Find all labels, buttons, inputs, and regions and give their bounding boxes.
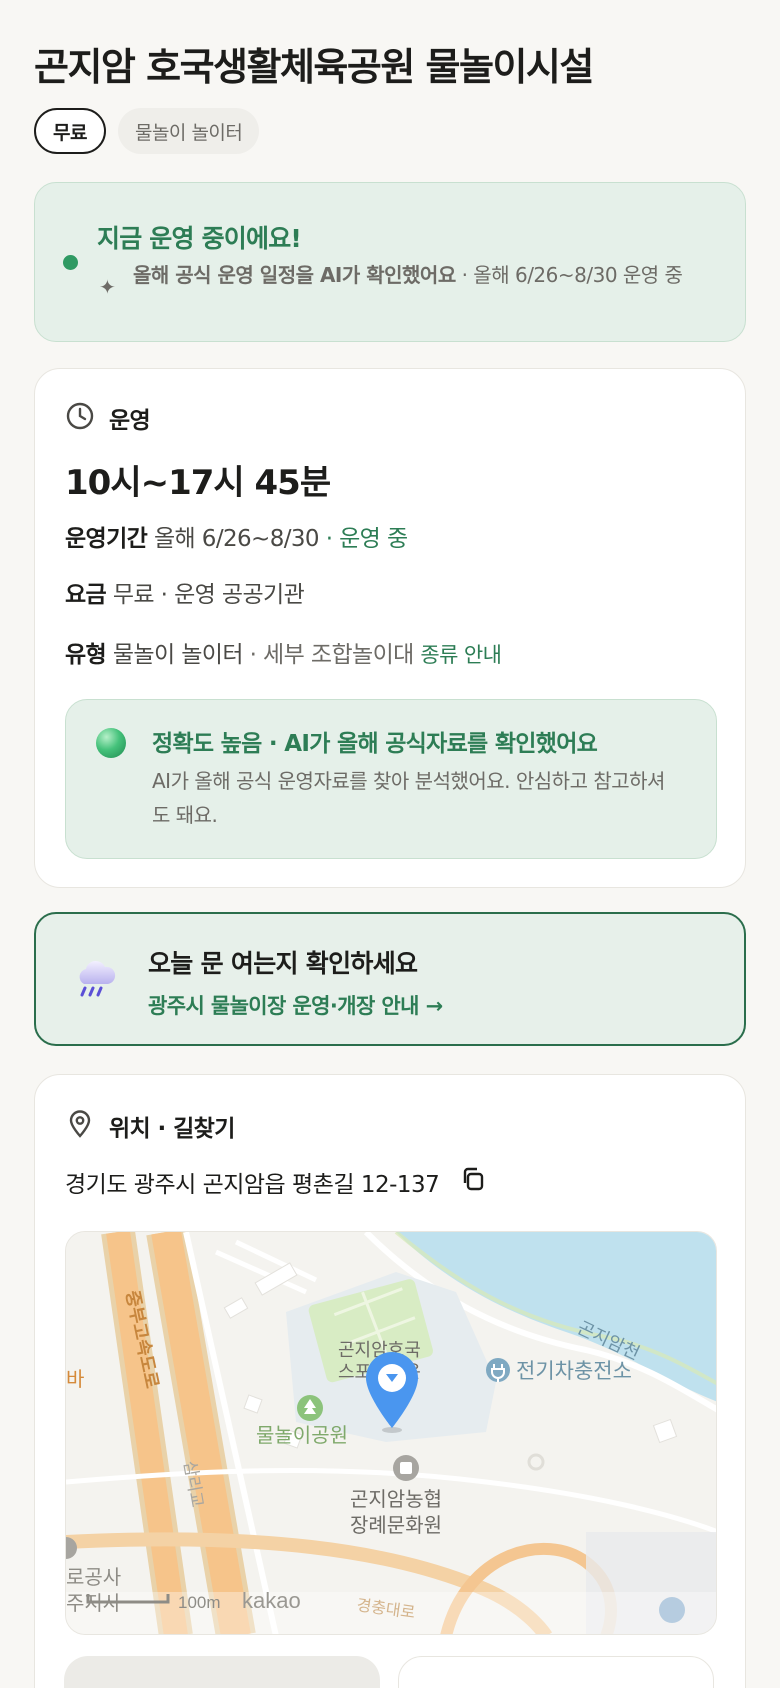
today-check-link[interactable]: 광주시 물놀이장 운영·개장 안내 →: [148, 990, 443, 1020]
ai-note: 올해 공식 운영 일정을 AI가 확인했어요: [133, 263, 456, 287]
clock-icon: [65, 401, 95, 435]
location-header: 위치 · 길찾기: [65, 1109, 235, 1143]
period-value: 올해 6/26~8/30: [153, 526, 320, 552]
type-value: 물놀이 놀이터: [112, 642, 244, 668]
page-title: 곤지암 호국생활체육공원 물놀이시설: [34, 45, 594, 89]
tag-chips: 무료 물놀이 놀이터: [34, 108, 260, 154]
map-label-park: 물놀이공원: [256, 1424, 348, 1447]
period-row: 운영기간 올해 6/26~8/30 · 운영 중: [65, 519, 408, 553]
map-label-left-edge: 바: [66, 1368, 84, 1391]
address-row: 경기도 광주시 곤지암읍 평촌길 12-137: [65, 1165, 487, 1199]
location-pin-icon: [65, 1109, 95, 1143]
chip-free[interactable]: 무료: [34, 108, 106, 154]
map-view[interactable]: 중부고속도로 삼리교 곤지암천 전기차충전소 곤지암호국 스포츠타운 물놀이공원…: [65, 1231, 717, 1635]
period-note: · 올해 6/26~8/30 운영 중: [455, 263, 683, 287]
status-dot: [63, 255, 78, 270]
map-label-ev: 전기차충전소: [516, 1360, 632, 1383]
status-banner: 지금 운영 중이에요! ✦ 올해 공식 운영 일정을 AI가 확인했어요 · 올…: [34, 182, 746, 342]
operation-label: 운영: [109, 408, 151, 434]
copy-icon[interactable]: [459, 1165, 487, 1199]
rain-cloud-icon: [74, 958, 118, 1006]
type-key: 유형: [65, 642, 107, 668]
sparkle-icon: ✦: [99, 275, 116, 299]
chip-type[interactable]: 물놀이 놀이터: [117, 108, 260, 154]
accuracy-indicator-icon: [96, 728, 126, 758]
operating-hours: 10시~17시 45분: [65, 463, 331, 503]
accuracy-description: AI가 올해 공식 운영자료를 찾아 분석했어요. 안심하고 참고하셔도 돼요.: [152, 769, 665, 827]
page: 곤지암 호국생활체육공원 물놀이시설 무료 물놀이 놀이터 지금 운영 중이에요…: [0, 0, 780, 1688]
map-label-corp1: 로공사: [66, 1566, 121, 1589]
location-label: 위치 · 길찾기: [109, 1116, 235, 1142]
type-guide-link[interactable]: 종류 안내: [420, 643, 502, 667]
accuracy-title: 정확도 높음 · AI가 올해 공식자료를 확인했어요: [152, 731, 598, 757]
period-status: · 운영 중: [318, 526, 408, 552]
period-key: 운영기간: [65, 526, 148, 552]
today-check-banner[interactable]: 오늘 문 여는지 확인하세요 광주시 물놀이장 운영·개장 안내 →: [34, 912, 746, 1046]
fee-row: 요금 무료 · 운영 공공기관: [65, 575, 305, 609]
operation-header: 운영: [65, 401, 151, 435]
address-text: 경기도 광주시 곤지암읍 평촌길 12-137: [65, 1172, 440, 1198]
status-headline: 지금 운영 중이에요!: [97, 224, 302, 253]
kakao-logo: kakao: [242, 1588, 301, 1613]
type-row: 유형 물놀이 놀이터 · 세부 조합놀이대 종류 안내: [65, 635, 502, 669]
fee-value: 무료 · 운영 공공기관: [112, 582, 305, 608]
fee-key: 요금: [65, 582, 107, 608]
bottom-action-left[interactable]: [64, 1656, 380, 1688]
accuracy-box: 정확도 높음 · AI가 올해 공식자료를 확인했어요 AI가 올해 공식 운영…: [65, 699, 717, 859]
bottom-action-right[interactable]: [398, 1656, 714, 1688]
type-detail: · 세부 조합놀이대: [242, 642, 415, 668]
location-card: 위치 · 길찾기 경기도 광주시 곤지암읍 평촌길 12-137 중부고속도로 …: [34, 1074, 746, 1688]
today-check-title: 오늘 문 여는지 확인하세요: [148, 949, 418, 978]
map-label-hall2: 장례문화원: [350, 1514, 442, 1537]
map-scale-label: 100m: [178, 1593, 221, 1612]
status-subtext: 올해 공식 운영 일정을 AI가 확인했어요 · 올해 6/26~8/30 운영…: [133, 261, 733, 289]
map-label-hall1: 곤지암농협: [350, 1488, 442, 1511]
operation-card: 운영 10시~17시 45분 운영기간 올해 6/26~8/30 · 운영 중 …: [34, 368, 746, 888]
